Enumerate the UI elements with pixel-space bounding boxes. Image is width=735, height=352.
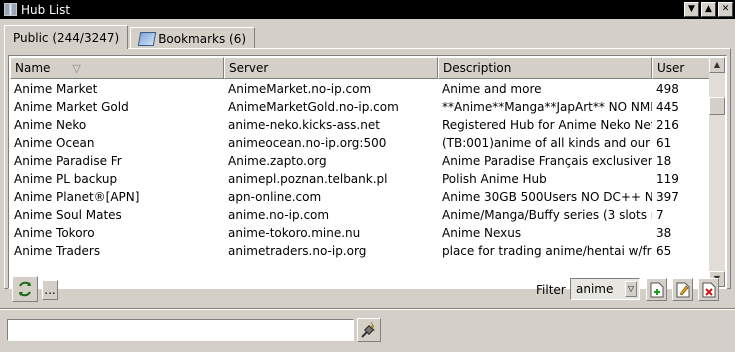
cell-user: 18: [656, 154, 672, 168]
table-row[interactable]: Anime Traders animetraders.no-ip.org place…: [10, 242, 708, 260]
cell-server: anime.no-ip.com: [228, 208, 330, 222]
cell-name: Anime Soul Mates: [14, 208, 122, 222]
cell-server: animetraders.no-ip.org: [228, 244, 367, 258]
table-row[interactable]: Anime Ocean animeocean.no-ip.org:500 (TB:0…: [10, 134, 708, 152]
cell-name: Anime Neko: [14, 118, 87, 132]
cell-name: Anime Planet®[APN]: [14, 190, 140, 204]
cell-user: 397: [656, 190, 679, 204]
separator: [0, 308, 735, 310]
edit-hub-button[interactable]: [672, 278, 693, 301]
more-label: ...: [44, 283, 56, 297]
cell-user: 445: [656, 100, 679, 114]
tab-bookmarks[interactable]: Bookmarks (6): [130, 27, 256, 49]
minimize-icon[interactable]: ▼: [684, 2, 699, 17]
cell-user: 65: [656, 244, 672, 258]
cell-name: Anime Paradise Fr: [14, 154, 122, 168]
column-user-label: User: [657, 61, 685, 75]
column-description-label: Description: [443, 61, 512, 75]
column-user[interactable]: User: [652, 57, 710, 79]
cell-description: **Anime**Manga**JapArt** NO NMDC: [442, 100, 652, 114]
cell-server: Anime.zapto.org: [228, 154, 327, 168]
tab-public[interactable]: Public (244/3247): [4, 25, 129, 49]
maximize-icon[interactable]: ▲: [701, 2, 716, 17]
cell-name: Anime Market Gold: [14, 100, 129, 114]
cell-user: 61: [656, 136, 672, 150]
vertical-scrollbar[interactable]: ▲ ▼: [709, 57, 725, 287]
filter-label: Filter: [536, 283, 566, 297]
column-description[interactable]: Description: [438, 57, 652, 79]
column-server-label: Server: [229, 61, 269, 75]
cell-user: 38: [656, 226, 672, 240]
scroll-up-icon[interactable]: ▲: [709, 57, 725, 73]
list-header: Name ▽ Server Description User: [10, 57, 710, 79]
tab-bar: Public (244/3247) Bookmarks (6): [4, 25, 257, 49]
window-body: Public (244/3247) Bookmarks (6) Name ▽ S…: [0, 19, 735, 352]
edit-icon: [676, 282, 689, 297]
table-row[interactable]: Anime Soul Mates anime.no-ip.com Anime/Ma…: [10, 206, 708, 224]
window-title: Hub List: [21, 2, 71, 17]
cell-name: Anime Ocean: [14, 136, 95, 150]
cell-description: Anime Nexus: [442, 226, 522, 240]
table-row[interactable]: Anime Market AnimeMarket.no-ip.com Anime a…: [10, 80, 708, 98]
app-icon: [4, 3, 17, 16]
list-rows: Anime Market AnimeMarket.no-ip.com Anime a…: [10, 80, 708, 288]
cell-user: 119: [656, 172, 679, 186]
hub-address-input[interactable]: [7, 319, 354, 341]
cell-user: 498: [656, 82, 679, 96]
remove-icon: [702, 282, 715, 297]
tab-public-label: Public (244/3247): [13, 30, 120, 45]
table-row[interactable]: Anime Market Gold AnimeMarketGold.no-ip.c…: [10, 98, 708, 116]
title-bar: Hub List ▼ ▲ ✕: [0, 0, 735, 19]
cell-description: Polish Anime Hub: [442, 172, 547, 186]
table-row[interactable]: Anime Planet®[APN] apn-online.com Anime 3…: [10, 188, 708, 206]
remove-hub-button[interactable]: [698, 278, 719, 301]
cell-description: Anime Paradise Français exclusivem...: [442, 154, 652, 168]
cell-server: apn-online.com: [228, 190, 322, 204]
cell-name: Anime Market: [14, 82, 98, 96]
connect-icon: [361, 321, 376, 338]
add-icon: [650, 282, 663, 297]
table-row[interactable]: Anime Paradise Fr Anime.zapto.org Anime Pa…: [10, 152, 708, 170]
close-icon[interactable]: ✕: [718, 2, 733, 17]
table-row[interactable]: Anime Tokoro anime-tokoro.mine.nu Anime N…: [10, 224, 708, 242]
cell-description: Registered Hub for Anime Neko Net...: [442, 118, 652, 132]
cell-server: AnimeMarketGold.no-ip.com: [228, 100, 399, 114]
table-row[interactable]: Anime PL backup animepl.poznan.telbank.pl…: [10, 170, 708, 188]
cell-server: animeocean.no-ip.org:500: [228, 136, 387, 150]
cell-name: Anime Tokoro: [14, 226, 95, 240]
scroll-thumb[interactable]: [709, 97, 725, 115]
add-hub-button[interactable]: [646, 278, 667, 301]
column-name-label: Name: [15, 61, 51, 75]
cell-description: place for trading anime/hentai w/frie...: [442, 244, 652, 258]
cell-server: anime-tokoro.mine.nu: [228, 226, 361, 240]
connect-button[interactable]: [357, 318, 381, 342]
dropdown-arrow-icon[interactable]: ▽: [625, 281, 637, 297]
cell-name: Anime Traders: [14, 244, 101, 258]
bookmarks-icon: [137, 31, 157, 46]
table-row[interactable]: Anime Neko anime-neko.kicks-ass.net Regist…: [10, 116, 708, 134]
cell-description: Anime 30GB 500Users NO DC++ N...: [442, 190, 652, 204]
column-name[interactable]: Name ▽: [10, 57, 224, 79]
more-button[interactable]: ...: [42, 280, 58, 300]
cell-server: AnimeMarket.no-ip.com: [228, 82, 372, 96]
filter-value: anime: [576, 282, 614, 296]
cell-name: Anime PL backup: [14, 172, 118, 186]
tab-bookmarks-label: Bookmarks (6): [158, 31, 247, 46]
sort-arrow-icon: ▽: [72, 61, 81, 75]
refresh-icon: [19, 281, 31, 297]
cell-user: 7: [656, 208, 664, 222]
cell-description: (TB:001)anime of all kinds and our n...: [442, 136, 652, 150]
filter-combo[interactable]: anime ▽: [570, 278, 640, 300]
cell-user: 216: [656, 118, 679, 132]
cell-server: animepl.poznan.telbank.pl: [228, 172, 388, 186]
cell-server: anime-neko.kicks-ass.net: [228, 118, 380, 132]
refresh-button[interactable]: [12, 276, 38, 302]
cell-description: Anime/Manga/Buffy series (3 slots mi...: [442, 208, 652, 222]
cell-description: Anime and more: [442, 82, 542, 96]
column-server[interactable]: Server: [224, 57, 438, 79]
hub-list[interactable]: Name ▽ Server Description User Anime Mar…: [8, 55, 727, 289]
